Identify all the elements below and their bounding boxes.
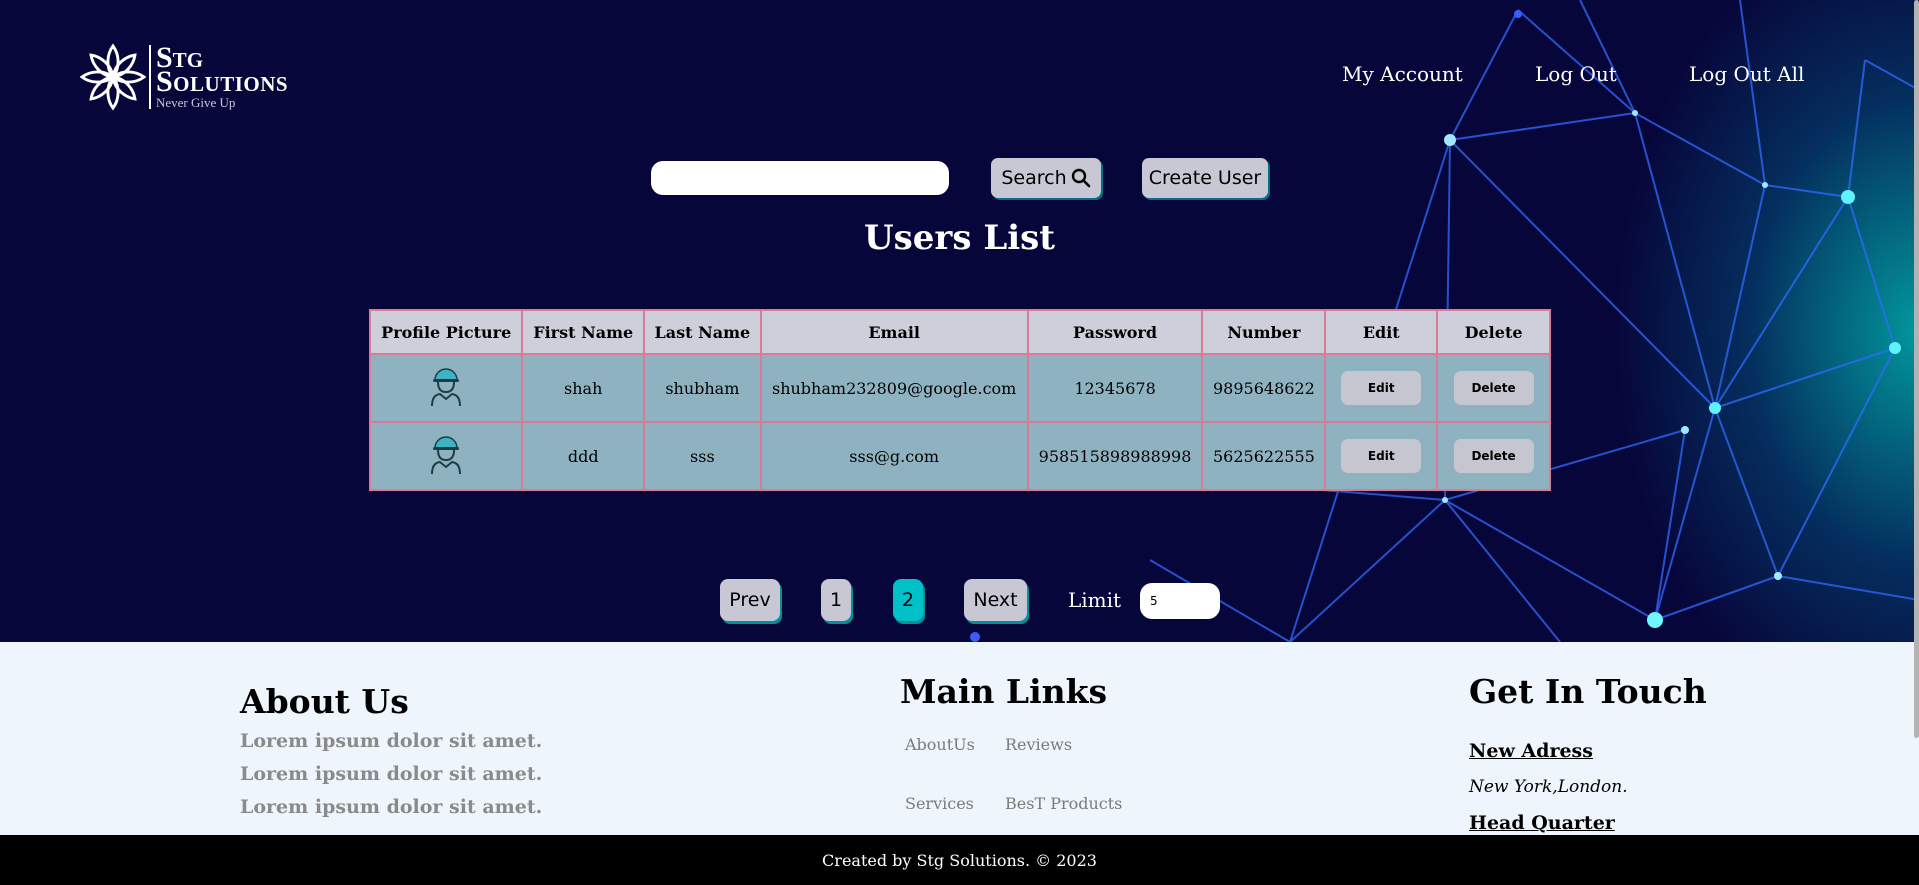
logo-tagline: Never Give Up <box>156 95 236 110</box>
number-cell: 5625622555 <box>1201 421 1327 491</box>
footer-link-best-products[interactable]: BesT Products <box>1005 794 1122 813</box>
flower-logo-icon <box>80 43 146 111</box>
nav-log-out[interactable]: Log Out <box>1535 62 1617 86</box>
delete-button[interactable]: Delete <box>1453 439 1534 473</box>
footer-link-reviews[interactable]: Reviews <box>1005 735 1072 754</box>
edit-button[interactable]: Edit <box>1341 439 1422 473</box>
footer-link-services[interactable]: Services <box>905 794 974 813</box>
about-line: Lorem ipsum dolor sit amet. <box>240 796 543 818</box>
delete-button[interactable]: Delete <box>1453 371 1534 405</box>
header-profile-picture: Profile Picture <box>368 309 524 355</box>
prev-page-button[interactable]: Prev <box>720 579 780 621</box>
copyright-bar: Created by Stg Solutions. © 2023 <box>0 835 1919 885</box>
footer: About Us Lorem ipsum dolor sit amet. Lor… <box>0 642 1919 835</box>
page-title: Users List <box>864 218 1055 258</box>
search-icon <box>1071 168 1090 188</box>
create-user-button[interactable]: Create User <box>1142 158 1268 198</box>
limit-input[interactable] <box>1140 583 1220 619</box>
email-cell: shubham232809@google.com <box>759 353 1029 423</box>
edit-cell: Edit <box>1324 421 1439 491</box>
edit-button[interactable]: Edit <box>1341 371 1422 405</box>
search-button-label: Search <box>1001 167 1067 189</box>
logo-divider <box>149 45 151 109</box>
header-password: Password <box>1026 309 1204 355</box>
password-cell: 958515898988998 <box>1026 421 1204 491</box>
about-line: Lorem ipsum dolor sit amet. <box>240 730 543 752</box>
header-delete: Delete <box>1436 309 1551 355</box>
company-logo[interactable]: Stg Solutions Never Give Up <box>80 43 340 113</box>
main-links-heading: Main Links <box>900 672 1108 711</box>
search-button[interactable]: Search <box>991 158 1101 198</box>
next-page-button[interactable]: Next <box>964 579 1027 621</box>
search-input[interactable] <box>651 161 949 195</box>
page-2-button[interactable]: 2 <box>893 579 923 621</box>
users-table: Profile Picture First Name Last Name Ema… <box>368 309 1551 491</box>
hero-section: Stg Solutions Never Give Up My Account L… <box>0 0 1919 642</box>
number-cell: 9895648622 <box>1201 353 1327 423</box>
worker-avatar-icon <box>431 436 462 475</box>
footer-link-aboutus[interactable]: AboutUs <box>905 735 975 754</box>
header-last-name: Last Name <box>642 309 762 355</box>
last-name-cell: sss <box>642 421 762 491</box>
profile-picture-cell <box>368 421 524 491</box>
password-cell: 12345678 <box>1026 353 1204 423</box>
header-email: Email <box>759 309 1029 355</box>
table-row: ddd sss sss@g.com 958515898988998 562562… <box>368 421 1551 491</box>
table-row: shah shubham shubham232809@google.com 12… <box>368 353 1551 423</box>
limit-label: Limit <box>1068 588 1122 612</box>
new-address-label: New Adress <box>1469 740 1593 762</box>
delete-cell: Delete <box>1436 421 1551 491</box>
profile-picture-cell <box>368 353 524 423</box>
header-first-name: First Name <box>521 309 645 355</box>
edit-cell: Edit <box>1324 353 1439 423</box>
about-line: Lorem ipsum dolor sit amet. <box>240 763 543 785</box>
nav-log-out-all[interactable]: Log Out All <box>1689 62 1804 86</box>
page-1-button[interactable]: 1 <box>821 579 851 621</box>
about-us-heading: About Us <box>240 682 409 721</box>
new-address-value: New York,London. <box>1469 777 1628 797</box>
last-name-cell: shubham <box>642 353 762 423</box>
table-header-row: Profile Picture First Name Last Name Ema… <box>368 309 1551 355</box>
header-edit: Edit <box>1324 309 1439 355</box>
nav-my-account[interactable]: My Account <box>1342 62 1463 86</box>
header-number: Number <box>1201 309 1327 355</box>
worker-avatar-icon <box>431 368 462 407</box>
copyright-text: Created by Stg Solutions. © 2023 <box>822 850 1097 870</box>
first-name-cell: shah <box>521 353 645 423</box>
head-quarter-label: Head Quarter <box>1469 812 1615 834</box>
page-scrollbar[interactable] <box>1914 0 1919 738</box>
logo-line2: Solutions <box>156 65 289 98</box>
get-in-touch-heading: Get In Touch <box>1469 672 1707 711</box>
delete-cell: Delete <box>1436 353 1551 423</box>
first-name-cell: ddd <box>521 421 645 491</box>
email-cell: sss@g.com <box>759 421 1029 491</box>
